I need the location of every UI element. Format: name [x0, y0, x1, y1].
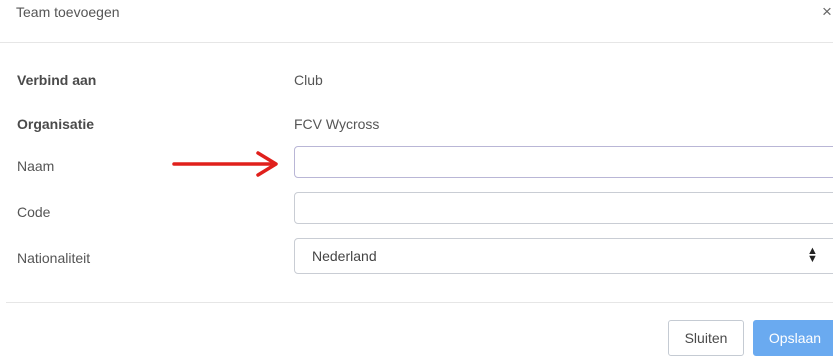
select-arrows-icon: ▲ ▼ [807, 245, 818, 265]
dialog-title: Team toevoegen [16, 4, 120, 20]
save-button[interactable]: Opslaan [753, 320, 833, 356]
add-team-dialog: Team toevoegen × Verbind aan Club Organi… [0, 0, 833, 356]
code-input[interactable] [294, 192, 833, 224]
naam-input[interactable] [294, 146, 833, 178]
code-label: Code [17, 204, 51, 220]
close-icon[interactable]: × [822, 2, 832, 22]
organisatie-label: Organisatie [17, 116, 95, 132]
nationaliteit-label: Nationaliteit [17, 250, 91, 266]
naam-label: Naam [17, 158, 55, 174]
close-button[interactable]: Sluiten [668, 320, 744, 356]
dialog-header: Team toevoegen × [0, 0, 833, 43]
verbind-aan-label: Verbind aan [17, 72, 97, 88]
footer-divider [6, 302, 833, 303]
nationaliteit-selected-value: Nederland [312, 248, 377, 264]
organisatie-value: FCV Wycross [294, 116, 380, 132]
verbind-aan-value: Club [294, 72, 323, 88]
nationaliteit-select[interactable]: Nederland ▲ ▼ [294, 238, 833, 274]
annotation-arrow-icon [172, 151, 278, 177]
